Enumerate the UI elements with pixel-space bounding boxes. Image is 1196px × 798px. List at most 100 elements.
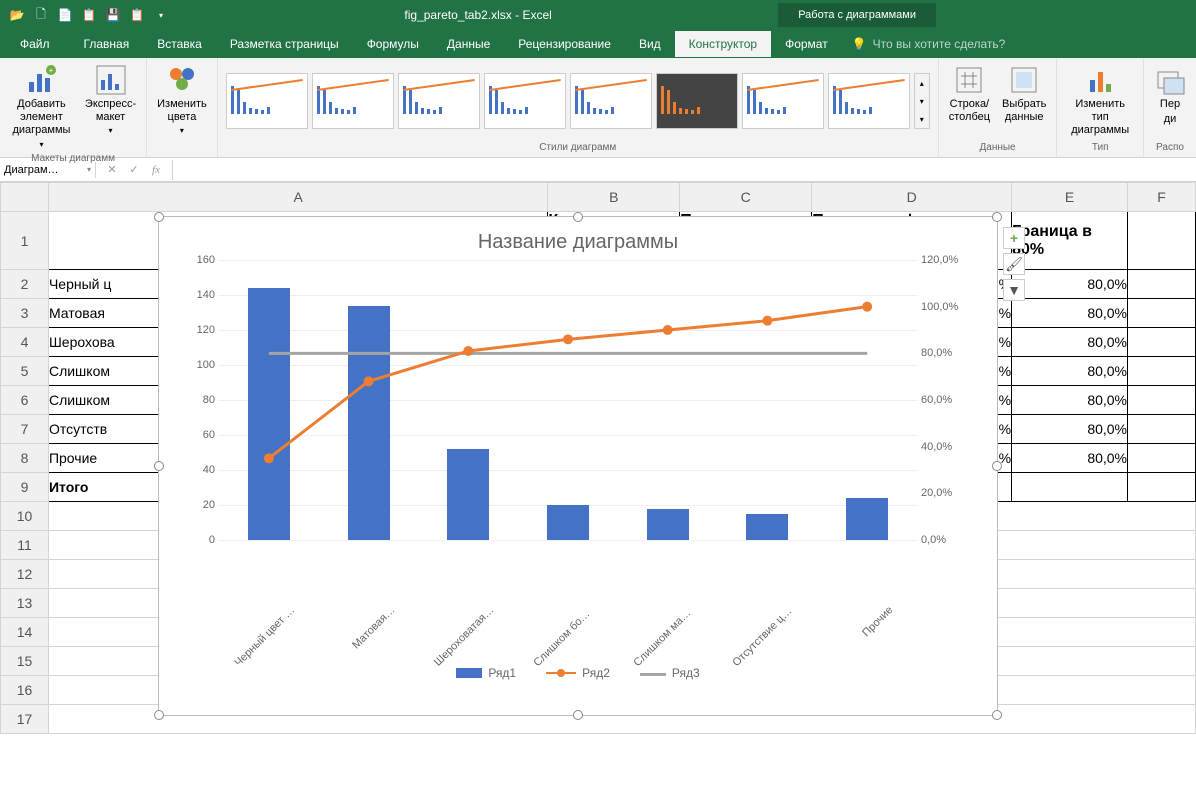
cell-E1[interactable]: Граница в 80% [1012,212,1128,270]
change-chart-type-button[interactable]: Изменить тип диаграммы [1065,62,1135,140]
chart-style-3[interactable] [398,73,480,129]
tab-data[interactable]: Данные [433,31,504,57]
chart-elements-button[interactable]: + [1003,227,1025,249]
chart-style-4[interactable] [484,73,566,129]
new-icon[interactable]: 🗋 [32,6,50,24]
chart-plot-area[interactable]: 020406080100120140160 0,0%20,0%40,0%60,0… [219,260,917,540]
col-header-E[interactable]: E [1012,183,1128,212]
swap-icon [953,64,985,96]
row-header-8[interactable]: 8 [1,444,49,473]
tab-home[interactable]: Главная [70,31,144,57]
row-header-10[interactable]: 10 [1,502,49,531]
chart-title[interactable]: Название диаграммы [159,217,997,260]
quick-layout-icon [95,64,127,96]
fx-icon[interactable]: fx [146,160,166,180]
row-header-13[interactable]: 13 [1,589,49,618]
row-header-1[interactable]: 1 [1,212,49,270]
name-box[interactable]: Диаграм…▾ [0,162,96,178]
row-header-15[interactable]: 15 [1,647,49,676]
tab-review[interactable]: Рецензирование [504,31,625,57]
cell-E3[interactable]: 80,0% [1012,299,1128,328]
copy-icon[interactable]: 📄 [56,6,74,24]
col-header-C[interactable]: C [680,183,812,212]
cell-F1[interactable] [1128,212,1196,270]
chart-style-5[interactable] [570,73,652,129]
ribbon: + Добавить элемент диаграммы▾ Экспресс-м… [0,58,1196,158]
styles-more[interactable]: ▴▾▾ [914,73,930,129]
y-axis-left: 020406080100120140160 [179,260,215,540]
change-type-icon [1084,64,1116,96]
group-data: Строка/столбец Выбрать данные Данные [939,58,1058,157]
title-bar: 📂 🗋 📄 📋 💾 📋 ▾ fig_pareto_tab2.xlsx - Exc… [0,0,1196,30]
row-header-12[interactable]: 12 [1,560,49,589]
cell-E7[interactable]: 80,0% [1012,415,1128,444]
row-header-2[interactable]: 2 [1,270,49,299]
chart-object[interactable]: + 🖌 ▼ Название диаграммы 020406080100120… [158,216,998,716]
dropdown-icon[interactable]: ▾ [152,6,170,24]
col-header-A[interactable]: A [48,183,547,212]
tab-format[interactable]: Формат [771,31,842,57]
cell-E4[interactable]: 80,0% [1012,328,1128,357]
chart-style-8[interactable] [828,73,910,129]
switch-row-col-button[interactable]: Строка/столбец [947,62,992,126]
tab-design[interactable]: Конструктор [675,31,771,57]
group-location: Пер ди Распо [1144,58,1196,157]
paste-icon[interactable]: 📋 [80,6,98,24]
move-chart-button[interactable]: Пер ди [1152,62,1188,128]
row-header-11[interactable]: 11 [1,531,49,560]
change-colors-button[interactable]: Изменить цвета▾ [155,62,209,138]
cell-E8[interactable]: 80,0% [1012,444,1128,473]
open-icon[interactable]: 📂 [8,6,26,24]
chart-filter-button[interactable]: ▼ [1003,279,1025,301]
group-colors: Изменить цвета▾ [147,58,218,157]
row-header-3[interactable]: 3 [1,299,49,328]
cell-E5[interactable]: 80,0% [1012,357,1128,386]
enter-icon[interactable]: ✓ [124,160,144,180]
quick-layout-button[interactable]: Экспресс-макет▾ [83,62,138,138]
col-header-D[interactable]: D [812,183,1012,212]
tab-view[interactable]: Вид [625,31,675,57]
chart-element-icon: + [25,64,57,96]
tab-formulas[interactable]: Формулы [353,31,433,57]
row-header-7[interactable]: 7 [1,415,49,444]
chart-lines [219,260,917,540]
svg-text:+: + [49,66,54,75]
row-header-16[interactable]: 16 [1,676,49,705]
row-header-6[interactable]: 6 [1,386,49,415]
select-all-corner[interactable] [1,183,49,212]
row-header-9[interactable]: 9 [1,473,49,502]
chart-style-2[interactable] [312,73,394,129]
quick-access-toolbar: 📂 🗋 📄 📋 💾 📋 ▾ [0,6,178,24]
chart-styles-button[interactable]: 🖌 [1003,253,1025,275]
clipboard-icon[interactable]: 📋 [128,6,146,24]
select-data-icon [1008,64,1040,96]
tab-layout[interactable]: Разметка страницы [216,31,353,57]
bulb-icon: 💡 [852,37,867,51]
worksheet-area: A B C D E F 1 Кол-во Процент Процент деф… [0,182,1196,798]
move-chart-icon [1154,64,1186,96]
tell-me-search[interactable]: 💡Что вы хотите сделать? [852,37,1006,51]
formula-bar: Диаграм…▾ ✕ ✓ fx [0,158,1196,182]
row-header-5[interactable]: 5 [1,357,49,386]
chart-style-7[interactable] [742,73,824,129]
row-header-4[interactable]: 4 [1,328,49,357]
tab-file[interactable]: Файл [0,31,70,57]
select-data-button[interactable]: Выбрать данные [1000,62,1048,126]
cell-E2[interactable]: 80,0% [1012,270,1128,299]
row-header-14[interactable]: 14 [1,618,49,647]
group-styles: ▴▾▾ Стили диаграмм [218,58,939,157]
cancel-icon[interactable]: ✕ [102,160,122,180]
row-header-17[interactable]: 17 [1,705,49,734]
colors-icon [166,64,198,96]
col-header-B[interactable]: B [548,183,680,212]
col-header-F[interactable]: F [1128,183,1196,212]
chart-style-6[interactable] [656,73,738,129]
chart-style-1[interactable] [226,73,308,129]
group-layouts: + Добавить элемент диаграммы▾ Экспресс-м… [0,58,147,157]
tab-insert[interactable]: Вставка [143,31,216,57]
save-icon[interactable]: 💾 [104,6,122,24]
cell-E6[interactable]: 80,0% [1012,386,1128,415]
legend-item-2: Ряд2 [546,666,610,680]
chart-legend: Ряд1 Ряд2 Ряд3 [159,666,997,680]
add-chart-element-button[interactable]: + Добавить элемент диаграммы▾ [8,62,75,151]
